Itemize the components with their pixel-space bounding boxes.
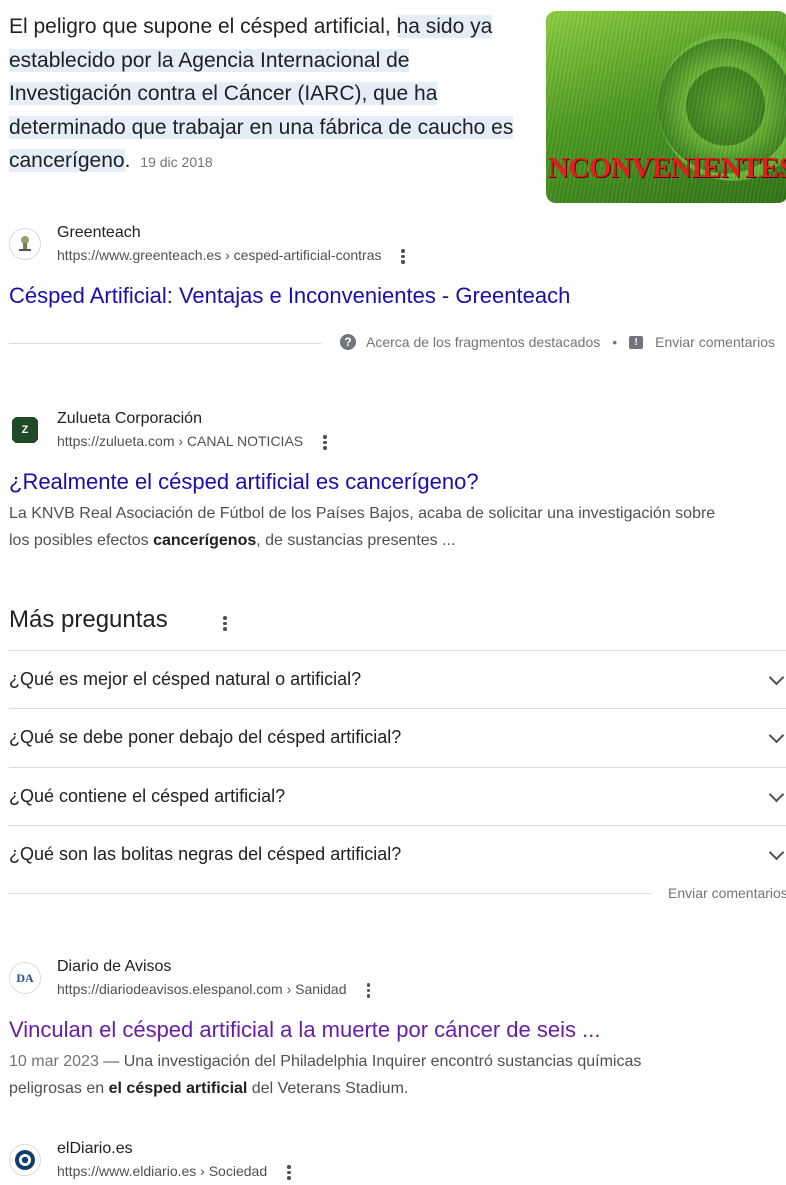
site-name: Greenteach: [57, 224, 141, 241]
chevron-down-icon: [768, 669, 785, 686]
eldiario-favicon: [9, 1144, 41, 1176]
zulueta-favicon: Z: [9, 414, 41, 446]
featured-snippet-text: El peligro que supone el césped artifici…: [9, 10, 529, 180]
result-source-eldiario[interactable]: elDiario.es https://www.eldiario.es › So…: [9, 1140, 429, 1184]
result-title-link[interactable]: Vinculan el césped artificial a la muert…: [9, 1017, 600, 1043]
result-source-diariodeavisos[interactable]: DA Diario de Avisos https://diariodeavis…: [9, 958, 429, 1002]
help-icon: ?: [340, 334, 356, 350]
question-item[interactable]: ¿Qué contiene el césped artificial?: [9, 767, 786, 825]
site-name: Zulueta Corporación: [57, 410, 202, 427]
more-options-icon[interactable]: [317, 433, 333, 451]
site-url: https://www.eldiario.es › Sociedad: [57, 1163, 268, 1179]
more-options-icon[interactable]: [395, 247, 411, 265]
result-title-link[interactable]: Césped Artificial: Ventajas e Inconvenie…: [9, 283, 570, 309]
thumbnail-caption: NCONVENIENTES: [548, 152, 786, 184]
more-options-icon[interactable]: [361, 981, 377, 999]
question-text: ¿Qué es mejor el césped natural o artifi…: [9, 669, 362, 689]
question-item[interactable]: ¿Qué son las bolitas negras del césped a…: [9, 825, 786, 883]
divider: [9, 893, 651, 894]
result-description: 10 mar 2023 — Una investigación del Phil…: [9, 1053, 642, 1097]
snippet-date: 19 dic 2018: [140, 154, 213, 170]
questions-feedback-link[interactable]: Enviar comentarios: [668, 885, 786, 901]
snippet-thumbnail-image[interactable]: NCONVENIENTES: [546, 11, 786, 203]
result-description: La KNVB Real Asociación de Fútbol de los…: [9, 505, 716, 549]
diariodeavisos-favicon: DA: [9, 962, 41, 994]
question-text: ¿Qué son las bolitas negras del césped a…: [9, 844, 402, 864]
result-date: 10 mar 2023: [9, 1053, 99, 1070]
site-name: elDiario.es: [57, 1140, 133, 1157]
site-name: Diario de Avisos: [57, 958, 172, 975]
question-text: ¿Qué contiene el césped artificial?: [9, 786, 286, 806]
zulueta-logo: Z: [12, 417, 38, 443]
snippet-text-plain: El peligro que supone el césped artifici…: [9, 15, 397, 38]
site-url: https://diariodeavisos.elespanol.com › S…: [57, 981, 347, 997]
chevron-down-icon: [768, 844, 785, 861]
result-source-zulueta[interactable]: Z Zulueta Corporación https://zulueta.co…: [9, 410, 429, 454]
feedback-icon: !: [629, 335, 644, 349]
snippet-about-bar: ? Acerca de los fragmentos destacados • …: [340, 334, 775, 350]
result-source-greenteach[interactable]: Greenteach https://www.greenteach.es › c…: [9, 224, 429, 268]
question-item[interactable]: ¿Qué se debe poner debajo del césped art…: [9, 708, 786, 766]
more-questions-options-icon[interactable]: [217, 614, 233, 632]
result-title-link[interactable]: ¿Realmente el césped artificial es cance…: [9, 469, 479, 495]
feedback-link[interactable]: Enviar comentarios: [655, 334, 775, 350]
question-item[interactable]: ¿Qué es mejor el césped natural o artifi…: [9, 650, 786, 708]
divider: [9, 343, 321, 344]
greenteach-favicon: [9, 228, 41, 260]
diariodeavisos-logo: DA: [16, 970, 34, 985]
more-options-icon[interactable]: [281, 1163, 297, 1181]
snippet-text-highlight: ha sido ya establecido por la Agencia In…: [9, 15, 514, 172]
about-snippets-link[interactable]: Acerca de los fragmentos destacados: [366, 334, 600, 350]
chevron-down-icon: [768, 786, 785, 803]
site-url: https://www.greenteach.es › cesped-artif…: [57, 247, 382, 263]
more-questions-title: Más preguntas: [9, 606, 168, 633]
separator: •: [612, 334, 618, 350]
question-text: ¿Qué se debe poner debajo del césped art…: [9, 727, 402, 747]
chevron-down-icon: [768, 727, 785, 744]
site-url: https://zulueta.com › CANAL NOTICIAS: [57, 433, 304, 449]
snippet-text-end: .: [124, 149, 131, 172]
